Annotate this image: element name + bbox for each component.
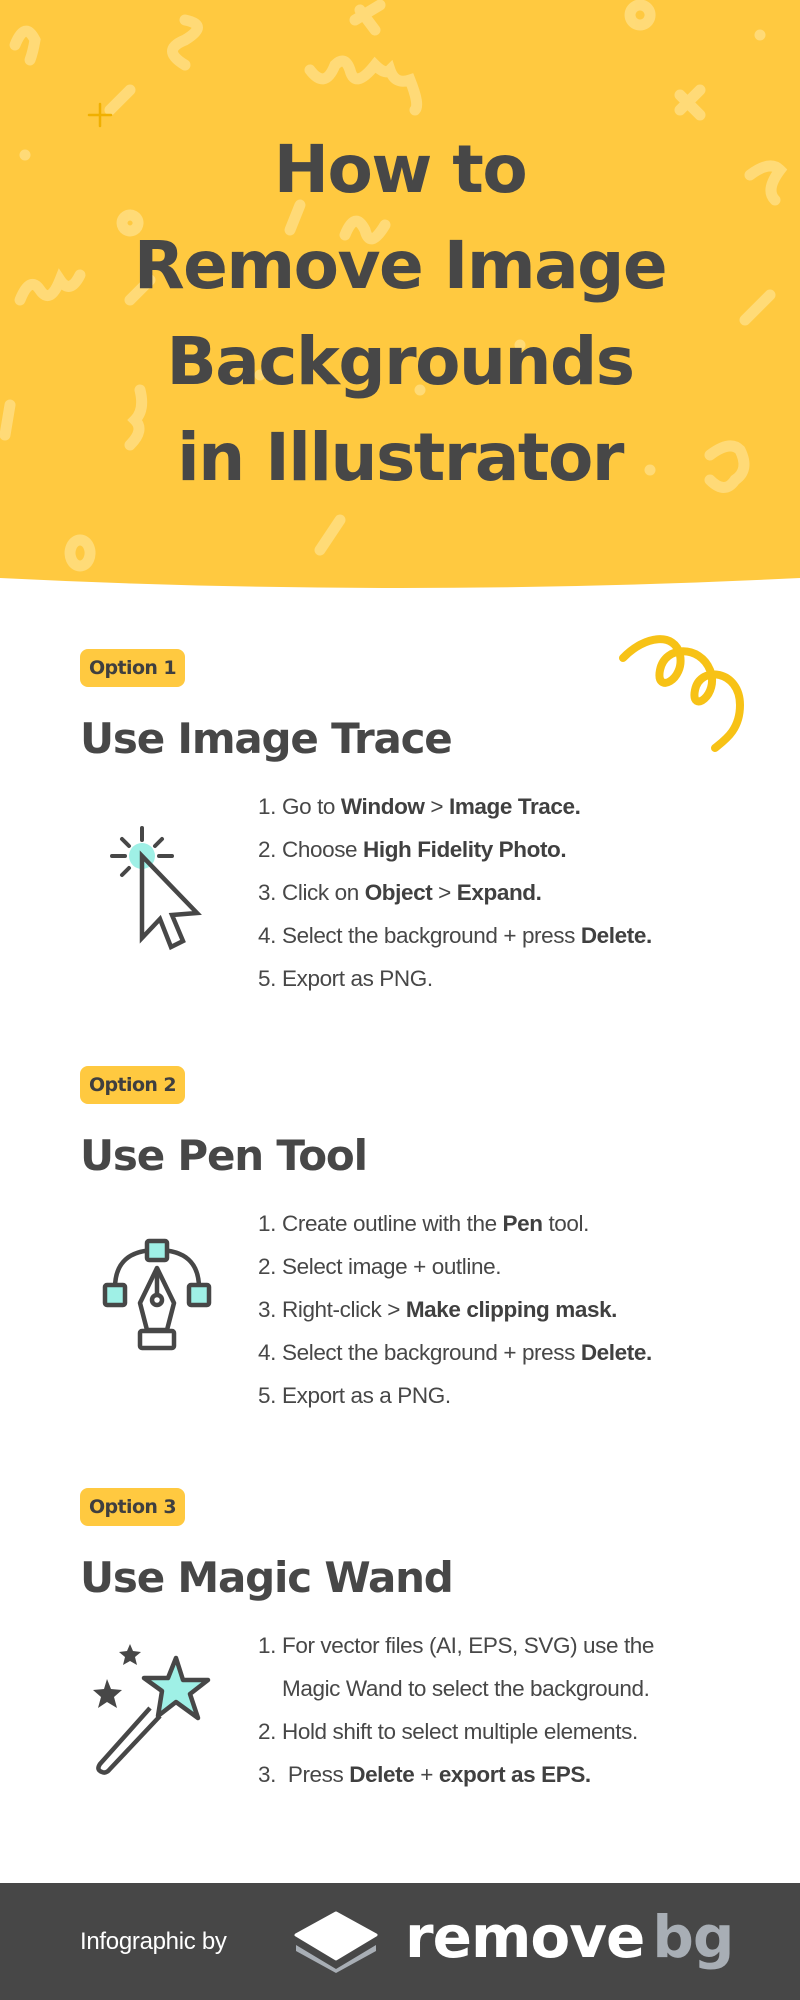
section-title: Use Pen Tool — [80, 1131, 368, 1180]
step-item: 3. Right-click > Make clipping mask. — [258, 1288, 652, 1331]
step-emphasis: Delete. — [580, 923, 652, 948]
step-item: 5. Export as PNG. — [258, 957, 652, 1000]
step-number: 3. — [258, 1297, 276, 1322]
step-item: 3. Click on Object > Expand. — [258, 871, 652, 914]
step-text: Magic Wand to select the background. — [282, 1676, 650, 1701]
section-title: Use Image Trace — [80, 714, 453, 763]
step-item: 1. Go to Window > Image Trace. — [258, 785, 652, 828]
small-stars — [93, 1644, 141, 1708]
step-text: > — [432, 880, 457, 905]
footer: Infographic by remove bg — [0, 1883, 800, 2000]
step-number: 4. — [258, 923, 276, 948]
option-badge: Option 1 — [80, 649, 185, 687]
step-emphasis: Object — [364, 880, 433, 905]
removebg-logo[interactable]: remove bg — [405, 1897, 734, 1977]
hero-header: How to Remove Image Backgrounds in Illus… — [0, 0, 800, 590]
option-3-section: Option 3 Use Magic Wand 1. For vector fil… — [0, 1488, 800, 1848]
step-text: tool. — [542, 1211, 589, 1236]
step-item: 5. Export as a PNG. — [258, 1374, 652, 1417]
section-title: Use Magic Wand — [80, 1553, 454, 1602]
logo-word-bg: bg — [652, 1903, 734, 1971]
step-emphasis: Delete. — [580, 1340, 652, 1365]
step-emphasis: export as EPS. — [438, 1762, 591, 1787]
option-1-section: Option 1 Use Image Trace 1. Go to Window … — [0, 649, 800, 1009]
step-item: 1. Create outline with the Pen tool. — [258, 1202, 652, 1245]
step-number: 1. — [258, 1633, 276, 1658]
step-text: Create outline with the — [282, 1211, 503, 1236]
step-item: 2. Hold shift to select multiple elements… — [258, 1710, 654, 1753]
step-number: 3. — [258, 1762, 276, 1787]
title-line-4: in Illustrator — [177, 419, 624, 496]
step-item: Magic Wand to select the background. — [258, 1667, 654, 1710]
step-emphasis: Image Trace. — [448, 794, 581, 819]
step-number: 2. — [258, 1719, 276, 1744]
title-line-1: How to — [273, 131, 528, 208]
step-text: Press — [282, 1762, 350, 1787]
step-number: 2. — [258, 837, 276, 862]
step-text: Click on — [282, 880, 365, 905]
step-item: 2. Choose High Fidelity Photo. — [258, 828, 652, 871]
step-item: 1. For vector files (AI, EPS, SVG) use th… — [258, 1624, 654, 1667]
option-badge: Option 3 — [80, 1488, 185, 1526]
step-number: 1. — [258, 794, 276, 819]
steps-list: 1. Create outline with the Pen tool. 2. Sel… — [258, 1202, 652, 1417]
step-emphasis: Expand. — [456, 880, 542, 905]
step-number: 2. — [258, 1254, 276, 1279]
step-emphasis: Pen — [502, 1211, 543, 1236]
step-text: > — [424, 794, 449, 819]
title-line-2: Remove Image — [133, 227, 668, 304]
magic-wand-icon — [93, 1644, 211, 1775]
step-number: 5. — [258, 966, 276, 991]
step-text: Choose — [282, 837, 364, 862]
page-title: How to Remove Image Backgrounds in Illus… — [0, 122, 800, 506]
steps-list: 1. Go to Window > Image Trace. 2. Choose Hi… — [258, 785, 652, 1000]
step-number: 5. — [258, 1383, 276, 1408]
step-number: 3. — [258, 880, 276, 905]
footer-credit: Infographic by — [80, 1928, 227, 1955]
step-text: Export as PNG. — [282, 966, 433, 991]
step-number: 4. — [258, 1340, 276, 1365]
step-item: 2. Select image + outline. — [258, 1245, 652, 1288]
step-item: 4. Select the background + press Delete. — [258, 914, 652, 957]
pen-tool-icon — [102, 1238, 212, 1351]
option-badge: Option 2 — [80, 1066, 185, 1104]
step-number: 1. — [258, 1211, 276, 1236]
step-text: Go to — [282, 794, 341, 819]
step-text: + — [414, 1762, 439, 1787]
title-line-3: Backgrounds — [166, 323, 636, 400]
step-text: Select image + outline. — [282, 1254, 502, 1279]
step-item: 4. Select the background + press Delete. — [258, 1331, 652, 1374]
step-text: For vector files (AI, EPS, SVG) use the — [282, 1633, 655, 1658]
step-emphasis: High Fidelity Photo. — [363, 837, 567, 862]
step-text: Hold shift to select multiple elements. — [282, 1719, 638, 1744]
step-text: Select the background + press — [282, 923, 581, 948]
step-emphasis: Delete — [349, 1762, 415, 1787]
cursor-click-icon — [110, 826, 202, 951]
step-emphasis: Make clipping mask. — [405, 1297, 618, 1322]
layers-icon[interactable] — [290, 1911, 382, 1975]
option-2-section: Option 2 Use Pen Tool 1. Create outline w… — [0, 1066, 800, 1426]
steps-list: 1. For vector files (AI, EPS, SVG) use th… — [258, 1624, 654, 1796]
step-emphasis: Window — [340, 794, 425, 819]
step-text: Right-click > — [282, 1297, 406, 1322]
step-item: 3. Press Delete + export as EPS. — [258, 1753, 654, 1796]
logo-word-remove: remove — [405, 1903, 645, 1971]
step-text: Export as a PNG. — [282, 1383, 451, 1408]
step-text: Select the background + press — [282, 1340, 581, 1365]
